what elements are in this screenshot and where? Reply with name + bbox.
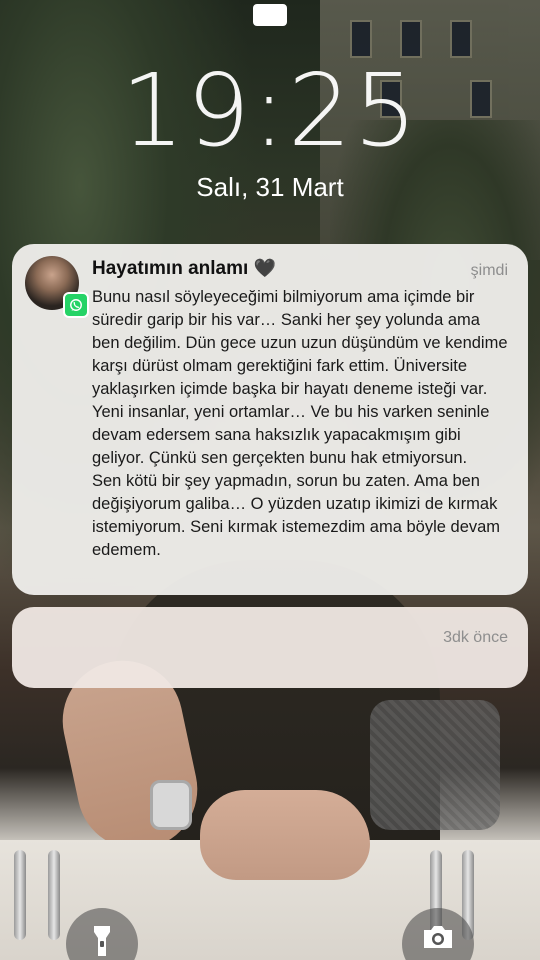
flashlight-icon <box>94 926 110 956</box>
notification-timestamp: 3dk önce <box>443 629 508 646</box>
camera-icon <box>424 926 452 948</box>
notification-whatsapp[interactable]: Hayatımın anlamı 🖤 şimdi Bunu nasıl söyl… <box>12 244 528 595</box>
wallpaper-watch <box>150 780 192 830</box>
whatsapp-icon <box>63 292 89 318</box>
notification-sender: Hayatımın anlamı 🖤 <box>92 258 276 280</box>
notification-timestamp: şimdi <box>470 262 508 279</box>
lock-icon <box>253 4 287 26</box>
black-heart-icon: 🖤 <box>253 258 276 278</box>
lockscreen-date: Salı, 31 Mart <box>196 172 344 202</box>
lockscreen-clock: 19:25 <box>120 52 420 169</box>
wallpaper-fork <box>14 850 26 940</box>
notification-collapsed[interactable]: 3dk önce <box>12 607 528 688</box>
wallpaper-chair <box>370 700 500 830</box>
sender-name: Hayatımın anlamı <box>92 258 249 279</box>
notification-message: Bunu nasıl söyleyeceğimi bilmiyorum ama … <box>92 288 508 559</box>
wallpaper-hand <box>200 790 370 880</box>
wallpaper-knife <box>48 850 60 940</box>
